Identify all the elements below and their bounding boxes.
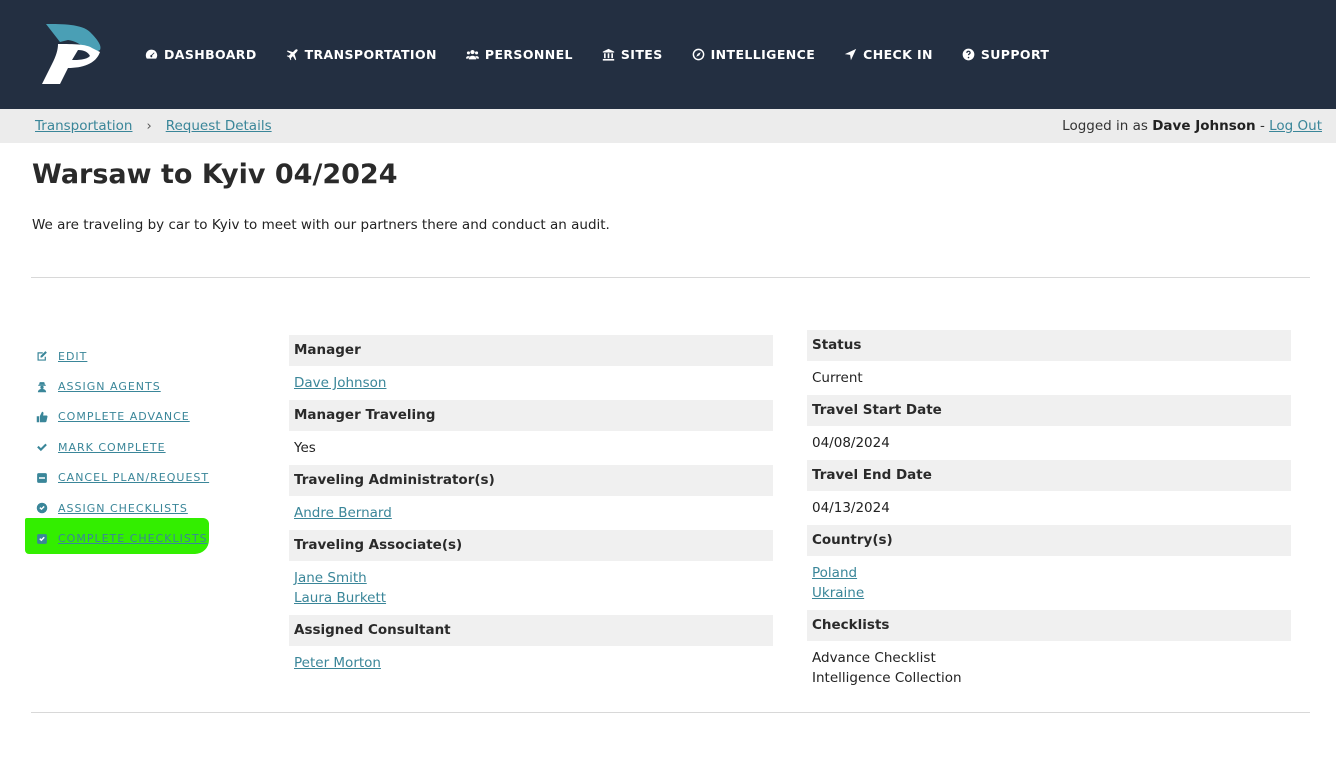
action-assign-agents[interactable]: ASSIGN AGENTS xyxy=(36,371,209,401)
minus-square-icon xyxy=(36,472,48,484)
nav-personnel[interactable]: PERSONNEL xyxy=(465,46,573,62)
action-complete-checklists-label: COMPLETE CHECKLISTS xyxy=(58,532,208,546)
nav-support[interactable]: SUPPORT xyxy=(962,47,1050,62)
checklists-heading: Checklists xyxy=(807,610,1291,641)
nav-transportation-label: TRANSPORTATION xyxy=(304,46,437,62)
consultant-heading: Assigned Consultant xyxy=(289,615,773,646)
nav-intelligence-label: INTELLIGENCE xyxy=(710,46,816,62)
manager-traveling-value: Yes xyxy=(294,440,316,456)
plane-icon xyxy=(286,48,299,61)
check-icon xyxy=(36,441,48,453)
nav-transportation[interactable]: TRANSPORTATION xyxy=(286,47,437,62)
logged-in-user: Dave Johnson xyxy=(1152,118,1256,134)
divider-top xyxy=(31,277,1310,278)
checklist-item: Advance Checklist xyxy=(812,650,936,666)
breadcrumb-transportation[interactable]: Transportation xyxy=(35,118,132,134)
country-link[interactable]: Poland xyxy=(812,563,1286,583)
associate-link[interactable]: Jane Smith xyxy=(294,568,768,588)
action-assign-checklists[interactable]: ASSIGN CHECKLISTS xyxy=(36,493,209,523)
country-link[interactable]: Ukraine xyxy=(812,583,1286,603)
action-list: EDIT ASSIGN AGENTS COMPLETE ADVANCE MARK… xyxy=(36,341,209,554)
nav-support-label: SUPPORT xyxy=(980,46,1050,62)
details-trip: Status Current Travel Start Date 04/08/2… xyxy=(807,330,1291,695)
countries-heading: Country(s) xyxy=(807,525,1291,556)
breadcrumb: Transportation › Request Details xyxy=(35,118,272,134)
users-icon xyxy=(465,48,479,61)
app-logo[interactable] xyxy=(38,20,106,88)
action-cancel-plan-request[interactable]: CANCEL PLAN/REQUEST xyxy=(36,463,209,493)
main-nav: DASHBOARD TRANSPORTATION PERSONNEL SITES… xyxy=(145,44,1078,64)
user-secret-icon xyxy=(36,381,48,393)
associate-link[interactable]: Laura Burkett xyxy=(294,588,768,608)
manager-link[interactable]: Dave Johnson xyxy=(294,373,768,393)
status-value: Current xyxy=(812,370,863,386)
details-people: Manager Dave Johnson Manager Traveling Y… xyxy=(289,335,773,680)
action-assign-checklists-label: ASSIGN CHECKLISTS xyxy=(58,501,188,515)
edit-icon xyxy=(36,350,48,362)
session-info: Logged in as Dave Johnson - Log Out xyxy=(1062,118,1322,134)
dashboard-icon xyxy=(145,48,158,61)
action-complete-advance[interactable]: COMPLETE ADVANCE xyxy=(36,402,209,432)
divider-bottom xyxy=(31,712,1310,713)
manager-traveling-heading: Manager Traveling xyxy=(289,400,773,431)
associates-heading: Traveling Associate(s) xyxy=(289,530,773,561)
action-mark-complete[interactable]: MARK COMPLETE xyxy=(36,432,209,462)
nav-sites[interactable]: SITES xyxy=(602,47,663,62)
status-heading: Status xyxy=(807,330,1291,361)
location-arrow-icon xyxy=(844,48,857,61)
consultant-link[interactable]: Peter Morton xyxy=(294,653,768,673)
session-dash: - xyxy=(1259,118,1265,134)
action-complete-advance-label: COMPLETE ADVANCE xyxy=(58,410,190,424)
action-edit-label: EDIT xyxy=(58,349,88,363)
end-date-value: 04/13/2024 xyxy=(812,500,890,516)
compass-icon xyxy=(692,48,705,61)
page-description: We are traveling by car to Kyiv to meet … xyxy=(32,217,610,233)
nav-check-in-label: CHECK IN xyxy=(863,46,933,62)
admins-heading: Traveling Administrator(s) xyxy=(289,465,773,496)
thumbs-up-icon xyxy=(36,411,48,423)
action-mark-complete-label: MARK COMPLETE xyxy=(58,440,166,454)
breadcrumb-separator: › xyxy=(146,118,152,134)
breadcrumb-bar: Transportation › Request Details Logged … xyxy=(0,109,1336,143)
breadcrumb-request-details[interactable]: Request Details xyxy=(166,118,272,134)
top-navbar: DASHBOARD TRANSPORTATION PERSONNEL SITES… xyxy=(0,0,1336,109)
action-complete-checklists[interactable]: COMPLETE CHECKLISTS xyxy=(36,523,209,553)
logout-link[interactable]: Log Out xyxy=(1269,118,1322,134)
nav-dashboard-label: DASHBOARD xyxy=(164,46,257,62)
start-date-value: 04/08/2024 xyxy=(812,435,890,451)
checklist-item: Intelligence Collection xyxy=(812,670,962,686)
admin-link[interactable]: Andre Bernard xyxy=(294,503,768,523)
manager-heading: Manager xyxy=(289,335,773,366)
action-assign-agents-label: ASSIGN AGENTS xyxy=(58,380,161,394)
nav-intelligence[interactable]: INTELLIGENCE xyxy=(692,47,816,62)
check-square-icon xyxy=(36,533,48,545)
check-circle-icon xyxy=(36,502,48,514)
nav-dashboard[interactable]: DASHBOARD xyxy=(145,47,257,62)
logged-in-prefix: Logged in as xyxy=(1062,118,1148,134)
nav-personnel-label: PERSONNEL xyxy=(484,46,573,62)
question-circle-icon xyxy=(962,48,975,61)
start-date-heading: Travel Start Date xyxy=(807,395,1291,426)
end-date-heading: Travel End Date xyxy=(807,460,1291,491)
nav-sites-label: SITES xyxy=(620,46,663,62)
action-edit[interactable]: EDIT xyxy=(36,341,209,371)
action-cancel-plan-request-label: CANCEL PLAN/REQUEST xyxy=(58,471,210,485)
page-title: Warsaw to Kyiv 04/2024 xyxy=(32,159,398,190)
nav-check-in[interactable]: CHECK IN xyxy=(844,47,933,62)
bank-icon xyxy=(602,48,615,61)
